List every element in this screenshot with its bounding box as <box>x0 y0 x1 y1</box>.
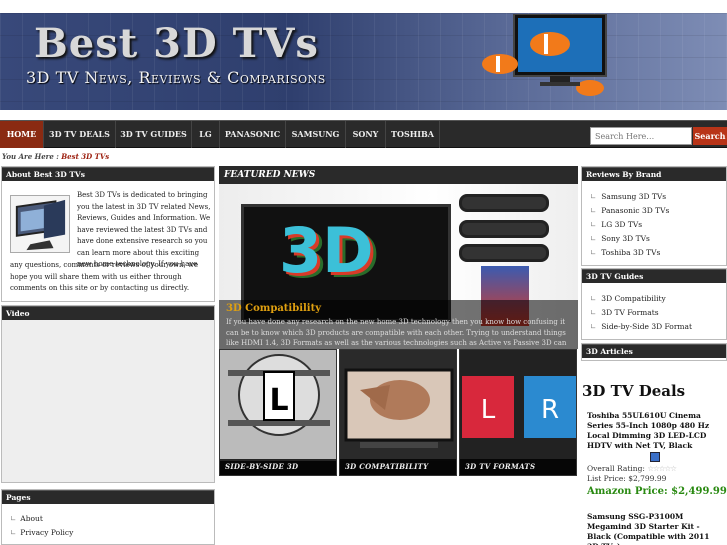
video-panel: Video <box>1 305 215 483</box>
list-tick-icon: ∟ <box>590 248 597 257</box>
thumb-letter-l: L <box>269 383 288 418</box>
product-1-rating: Overall Rating: ☆☆☆☆☆ <box>587 464 677 473</box>
guides-heading: 3D TV Guides <box>582 269 726 283</box>
3d-tv-icon <box>10 195 70 253</box>
brands-heading: Reviews By Brand <box>582 167 726 181</box>
video-heading: Video <box>2 306 214 320</box>
search-button[interactable]: Search <box>693 127 727 145</box>
nav-lg[interactable]: LG <box>192 121 220 148</box>
breadcrumb-current[interactable]: Best 3D TVs <box>61 152 109 161</box>
breadcrumb: You Are Here : Best 3D TVs <box>2 152 109 161</box>
guides-panel: 3D TV Guides ∟ 3D Compatibility ∟ 3D TV Fo… <box>581 268 727 340</box>
nav-home[interactable]: HOME <box>0 121 44 148</box>
brand-link-label: Sony 3D TVs <box>601 234 650 243</box>
pages-heading: Pages <box>2 490 214 504</box>
brand-link-label: LG 3D TVs <box>601 220 643 229</box>
3d-glasses-icon <box>459 220 549 238</box>
brand-link-samsung[interactable]: ∟ Samsung 3D TVs <box>590 192 666 201</box>
nav-3d-tv-deals[interactable]: 3D TV DEALS <box>44 121 116 148</box>
search-input[interactable] <box>590 127 692 145</box>
guide-link-formats[interactable]: ∟ 3D TV Formats <box>590 308 659 317</box>
articles-panel: 3D Articles <box>581 343 727 361</box>
featured-heading: FEATURED NEWS <box>219 166 578 184</box>
brand-link-panasonic[interactable]: ∟ Panasonic 3D TVs <box>590 206 669 215</box>
about-text: Best 3D TVs is dedicated to bringing you… <box>77 191 211 268</box>
featured-3d-graphic: 3D <box>279 214 374 287</box>
list-tick-icon: ∟ <box>590 294 597 303</box>
guide-link-side-by-side[interactable]: ∟ Side-by-Side 3D Format <box>590 322 692 331</box>
about-heading: About Best 3D TVs <box>2 167 214 181</box>
site-tagline: 3D TV News, Reviews & Comparisons <box>26 68 326 87</box>
featured-title[interactable]: 3D Compatibility <box>226 303 321 314</box>
guide-link-label: 3D Compatibility <box>601 294 666 303</box>
guide-link-compatibility[interactable]: ∟ 3D Compatibility <box>590 294 666 303</box>
star-rating-icon: ☆☆☆☆☆ <box>647 464 677 473</box>
brand-link-label: Samsung 3D TVs <box>601 192 667 201</box>
pages-panel: Pages ∟ About ∟ Privacy Policy <box>1 489 215 545</box>
breadcrumb-prefix: You Are Here : <box>2 152 59 161</box>
list-tick-icon: ∟ <box>590 234 597 243</box>
3d-glasses-icon <box>459 194 549 212</box>
page-link-label: About <box>20 514 43 523</box>
tv-fish-illustration <box>482 14 607 96</box>
brands-panel: Reviews By Brand ∟ Samsung 3D TVs ∟ Panaso… <box>581 166 727 266</box>
header-top-strip <box>0 0 727 13</box>
list-tick-icon: ∟ <box>590 192 597 201</box>
product-2-name[interactable]: Samsung SSG-P3100M Megamind 3D Starter K… <box>587 512 723 545</box>
featured-body: If you have done any research on the new… <box>226 318 567 347</box>
list-tick-icon: ∟ <box>590 322 597 331</box>
test-pattern-image: L <box>220 350 336 461</box>
brand-link-sony[interactable]: ∟ Sony 3D TVs <box>590 234 650 243</box>
list-tick-icon: ∟ <box>590 308 597 317</box>
brand-link-label: Toshiba 3D TVs <box>601 248 661 257</box>
thumb-letter-r: R <box>541 395 559 425</box>
lr-format-image: L R <box>460 350 576 461</box>
site-logo-title[interactable]: Best 3D TVs <box>34 20 319 67</box>
about-text-continued: any questions, comments or reviews of yo… <box>10 261 199 292</box>
brand-link-toshiba[interactable]: ∟ Toshiba 3D TVs <box>590 248 660 257</box>
guide-link-label: 3D TV Formats <box>601 308 659 317</box>
thumb-letter-l: L <box>481 395 496 425</box>
list-tick-icon: ∟ <box>590 220 597 229</box>
product-1-name[interactable]: Toshiba 55UL610U Cinema Series 55-Inch 1… <box>587 411 723 451</box>
3d-glasses-icon <box>459 244 549 262</box>
thumb-3d-compatibility[interactable]: 3D COMPATIBILITY <box>339 349 457 476</box>
page-link-about[interactable]: ∟ About <box>10 514 43 523</box>
thumb-caption: 3D TV FORMATS <box>460 459 576 475</box>
site-header: Best 3D TVs 3D TV News, Reviews & Compar… <box>0 0 727 110</box>
product-1-amazon-price: Amazon Price: $2,499.99 <box>587 486 727 497</box>
nav-3d-tv-guides[interactable]: 3D TV GUIDES <box>116 121 192 148</box>
featured-news-slider[interactable]: FEATURED NEWS 3D 3D Compatibility If you… <box>219 166 578 349</box>
brand-link-label: Panasonic 3D TVs <box>601 206 670 215</box>
nav-samsung[interactable]: SAMSUNG <box>286 121 346 148</box>
list-tick-icon: ∟ <box>590 206 597 215</box>
guide-link-label: Side-by-Side 3D Format <box>601 322 692 331</box>
about-panel: About Best 3D TVs Best 3D TVs is dedicat… <box>1 166 215 302</box>
deals-title: 3D TV Deals <box>582 382 686 400</box>
nav-sony[interactable]: SONY <box>346 121 386 148</box>
list-tick-icon: ∟ <box>10 528 17 537</box>
list-tick-icon: ∟ <box>10 514 17 523</box>
brand-link-lg[interactable]: ∟ LG 3D TVs <box>590 220 642 229</box>
product-1-thumbnail[interactable] <box>650 452 660 462</box>
thumb-side-by-side[interactable]: L SIDE-BY-SIDE 3D FORMAT <box>219 349 337 476</box>
thumb-caption: SIDE-BY-SIDE 3D FORMAT <box>220 459 336 475</box>
thumb-3d-tv-formats[interactable]: L R 3D TV FORMATS <box>459 349 577 476</box>
articles-heading: 3D Articles <box>582 344 726 358</box>
rating-label: Overall Rating: <box>587 464 645 473</box>
product-1-list-price: List Price: $2,799.99 <box>587 474 667 483</box>
3d-pop-out-image <box>340 350 456 461</box>
page-link-label: Privacy Policy <box>20 528 74 537</box>
page-link-privacy[interactable]: ∟ Privacy Policy <box>10 528 73 537</box>
thumb-caption: 3D COMPATIBILITY <box>340 459 456 475</box>
nav-toshiba[interactable]: TOSHIBA <box>386 121 440 148</box>
nav-panasonic[interactable]: PANASONIC <box>220 121 286 148</box>
